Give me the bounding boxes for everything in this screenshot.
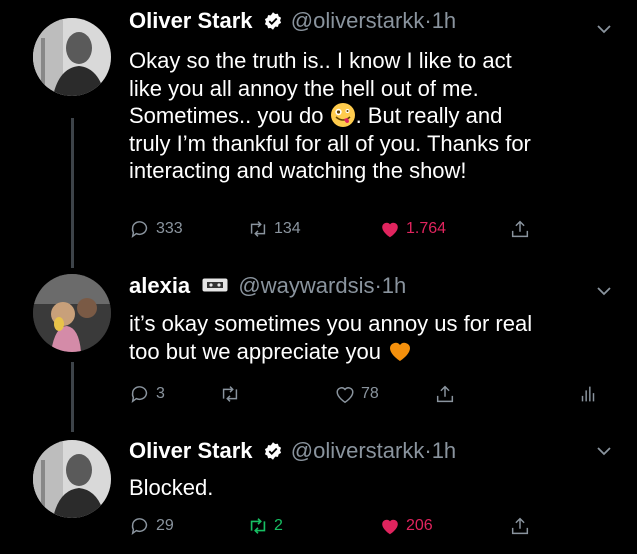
timestamp[interactable]: 1h: [382, 273, 406, 298]
analytics-button[interactable]: [577, 381, 599, 407]
analytics-icon: [581, 386, 595, 402]
timestamp[interactable]: 1h: [432, 438, 456, 463]
reply-button[interactable]: 3: [129, 381, 165, 407]
author-handle[interactable]: @oliverstarkk: [291, 438, 425, 463]
text-line: like you all annoy the hell out of me.: [129, 75, 479, 101]
text-line: interacting and watching the show!: [129, 158, 467, 183]
tweet-actions: 29 2 206: [129, 513, 599, 539]
separator-dot: ·: [424, 8, 432, 33]
retweet-button[interactable]: [219, 381, 241, 407]
chevron-down-icon[interactable]: [595, 442, 613, 460]
reply-icon: [131, 518, 148, 536]
text-line: Sometimes.. you do . But really and: [129, 102, 531, 130]
reply-icon: [131, 386, 148, 404]
author-name[interactable]: Oliver Stark: [129, 8, 253, 33]
text-segment: . But really and: [355, 103, 503, 128]
avatar[interactable]: [33, 274, 111, 352]
retweet-icon: [222, 386, 238, 402]
share-button[interactable]: [509, 216, 531, 242]
reply-icon: [131, 221, 148, 239]
tweet-actions: 333 134 1.764: [129, 216, 599, 242]
share-button[interactable]: [434, 381, 456, 407]
like-count: 206: [406, 517, 433, 534]
share-button[interactable]: [509, 513, 531, 539]
heart-filled-icon: [382, 222, 398, 238]
like-count: 1.764: [406, 220, 447, 237]
separator-dot: ·: [374, 273, 382, 298]
retweet-count: 2: [274, 517, 283, 534]
share-icon: [511, 517, 529, 535]
text-segment: Sometimes.. you do: [129, 103, 324, 128]
like-button[interactable]: 206: [379, 513, 433, 539]
tweet-3[interactable]: Oliver Stark @oliverstarkk·1h Blocked. 2…: [0, 420, 637, 554]
like-button[interactable]: 1.764: [379, 216, 446, 242]
avatar[interactable]: [33, 440, 111, 518]
retweet-button[interactable]: 134: [247, 216, 301, 242]
tweet-1[interactable]: Oliver Stark @oliverstarkk·1h Okay so th…: [0, 0, 637, 258]
separator-dot: ·: [424, 438, 432, 463]
author-name[interactable]: alexia: [129, 273, 190, 298]
author-handle[interactable]: @waywardsis: [238, 273, 374, 298]
tweet-text: Okay so the truth is.. I know I like to …: [129, 47, 531, 185]
like-count: 78: [361, 385, 379, 402]
avatar[interactable]: [33, 18, 111, 96]
tweet-actions: 3 78: [129, 381, 599, 407]
text-line: Blocked.: [129, 475, 214, 500]
share-icon: [436, 385, 454, 403]
reply-count: 29: [156, 517, 174, 534]
orange-heart-emoji-icon: [390, 342, 411, 361]
author-handle[interactable]: @oliverstarkk: [291, 8, 425, 33]
chevron-down-icon[interactable]: [595, 282, 613, 300]
reply-count: 333: [156, 220, 183, 237]
verified-badge-icon: [264, 12, 281, 30]
chevron-down-icon[interactable]: [595, 20, 613, 38]
author-name[interactable]: Oliver Stark: [129, 438, 253, 463]
timestamp[interactable]: 1h: [432, 8, 456, 33]
text-line: it’s okay sometimes you annoy us for rea…: [129, 311, 533, 336]
text-segment: too but we appreciate you: [129, 338, 381, 364]
retweet-icon: [250, 221, 266, 237]
tweet-text: it’s okay sometimes you annoy us for rea…: [129, 310, 532, 365]
heart-icon: [336, 387, 354, 404]
heart-filled-icon: [382, 519, 398, 535]
retweet-button[interactable]: 2: [247, 513, 283, 539]
reply-button[interactable]: 29: [129, 513, 174, 539]
text-line: truly I’m thankful for all of you. Thank…: [129, 130, 531, 156]
share-icon: [511, 220, 529, 238]
text-line: too but we appreciate you: [129, 338, 532, 366]
retweet-count: 134: [274, 220, 301, 237]
zany-face-emoji-icon: [330, 103, 355, 127]
retweet-icon: [250, 518, 266, 534]
like-button[interactable]: 78: [334, 381, 379, 407]
videocassette-emoji-icon: [202, 278, 228, 292]
tweet-text: Blocked.: [129, 474, 213, 502]
reply-count: 3: [156, 385, 165, 402]
tweet-2[interactable]: alexia @waywardsis·1h it’s okay sometime…: [0, 262, 637, 412]
verified-badge-icon: [264, 442, 281, 460]
text-line: Okay so the truth is.. I know I like to …: [129, 48, 512, 73]
reply-button[interactable]: 333: [129, 216, 183, 242]
